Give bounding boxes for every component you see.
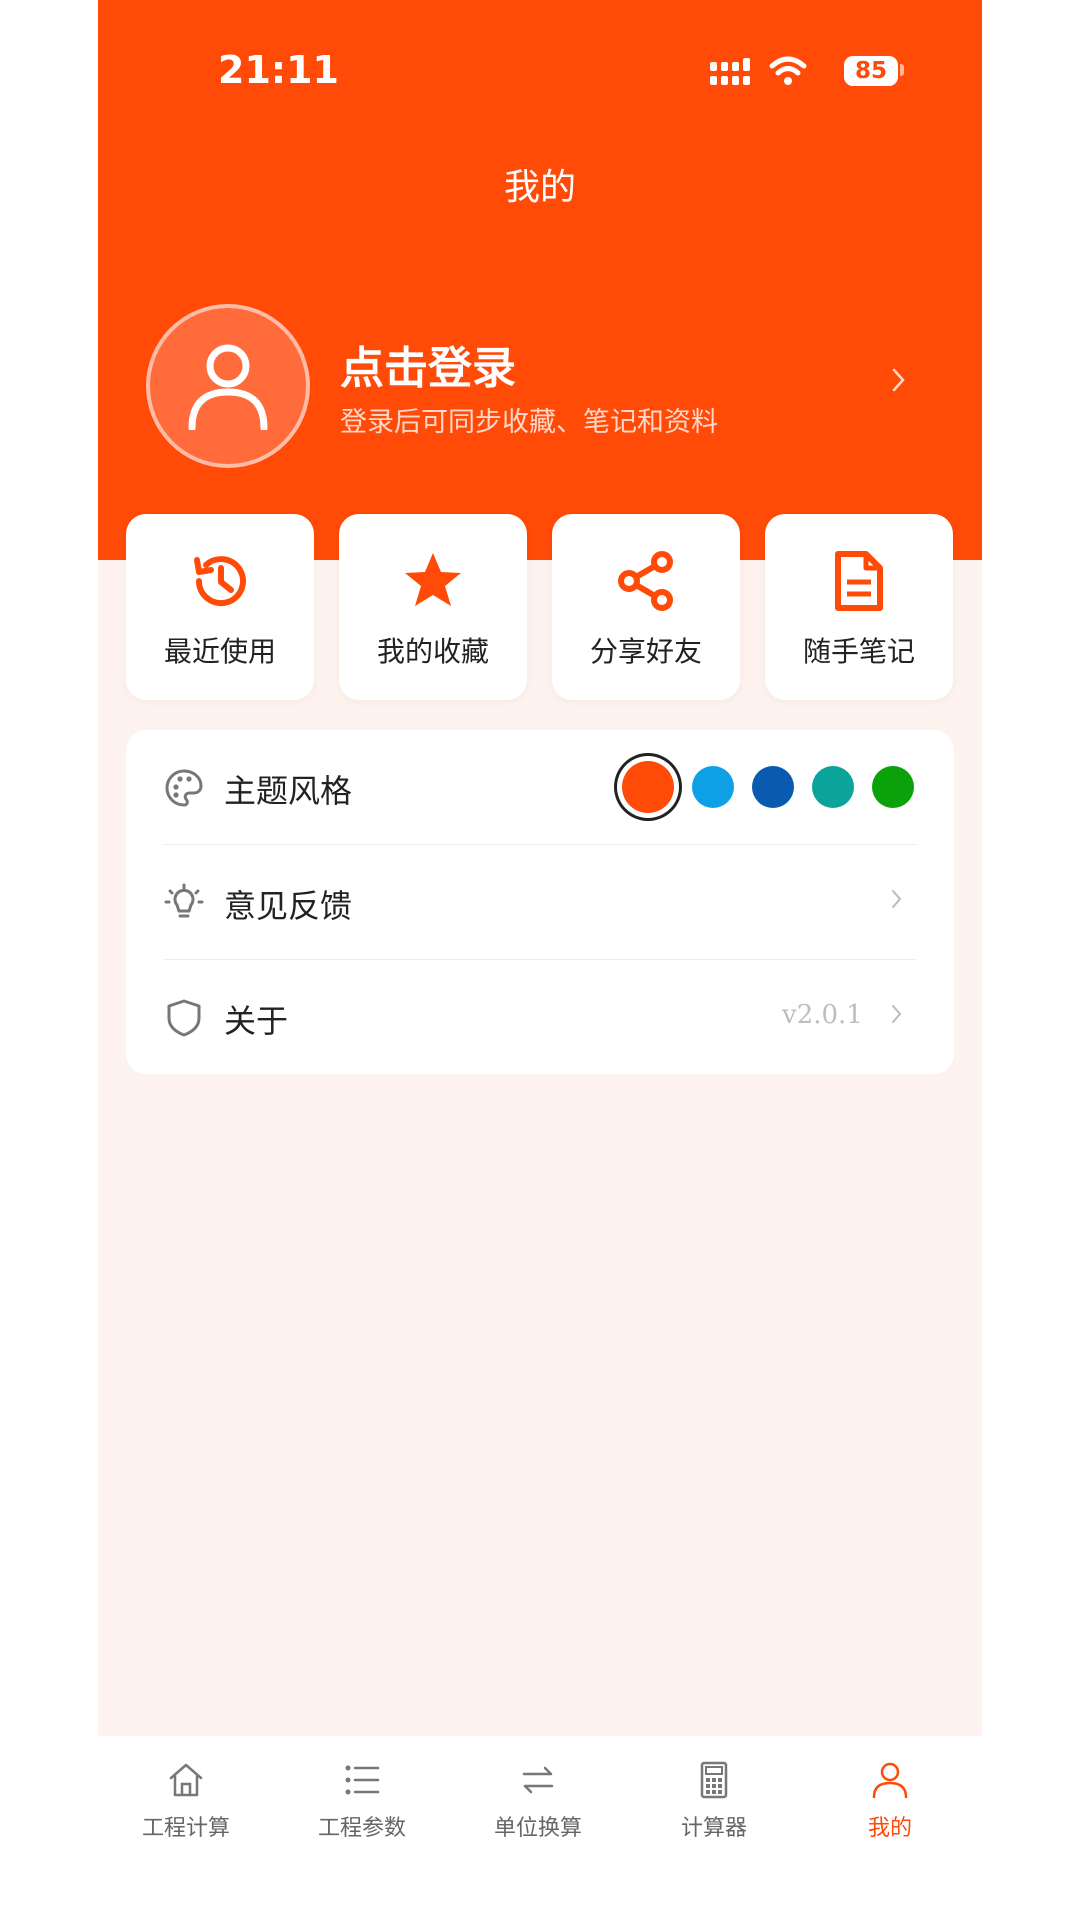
tab-label: 计算器 [680,1816,747,1841]
chevron-right-icon [892,1005,902,1023]
tab-mine[interactable]: 我的 [802,1736,978,1876]
user-avatar-icon [188,344,268,430]
shield-icon [167,999,201,1037]
chevron-right-icon [892,890,902,908]
star-icon [405,553,461,606]
theme-color-sky-blue[interactable] [692,766,734,808]
battery-tip [900,64,904,76]
about-label: 关于 [224,1002,289,1040]
theme-row: 主题风格 [126,730,954,844]
theme-color-teal[interactable] [812,766,854,808]
tab-label: 工程参数 [317,1816,406,1841]
lightbulb-icon [164,883,204,918]
signal-icon [710,58,750,85]
quick-action-recent[interactable]: 最近使用 [126,514,314,700]
chevron-right-icon[interactable] [890,366,908,394]
login-title[interactable]: 点击登录 [340,332,516,396]
theme-color-orange[interactable] [622,761,674,813]
login-subtitle: 登录后可同步收藏、笔记和资料 [340,407,718,438]
feedback-row[interactable]: 意见反馈 [126,845,954,959]
swap-icon [522,1766,554,1794]
tab-engineering-calc[interactable]: 工程计算 [98,1736,274,1876]
calculator-icon [700,1761,728,1799]
list-icon [345,1765,380,1795]
settings-panel: 主题风格 意见反馈 关于 v2.0.1 [126,730,954,1074]
quick-action-share[interactable]: 分享好友 [552,514,740,700]
tab-calculator[interactable]: 计算器 [626,1736,802,1876]
tab-label: 单位换算 [493,1816,582,1841]
feedback-label: 意见反馈 [224,887,353,925]
quick-action-label: 分享好友 [589,635,702,668]
note-icon [835,551,883,611]
theme-color-blue[interactable] [752,766,794,808]
avatar[interactable] [146,304,310,468]
tab-bar: 工程计算 工程参数 单位换算 计算器 我的 [98,1736,982,1920]
share-icon [618,551,673,611]
home-icon [169,1763,203,1797]
phone-screen: 21:11 85 我的 点击登录 登录后可同步收藏、笔记和资料 最近使用 我的收… [98,0,982,1920]
wifi-icon [769,56,807,85]
screen: 21:11 85 我的 点击登录 登录后可同步收藏、笔记和资料 最近使用 我的收… [0,0,1080,1920]
version-text: v2.0.1 [782,1000,863,1030]
tab-engineering-params[interactable]: 工程参数 [274,1736,450,1876]
battery-indicator: 85 [844,56,898,86]
quick-action-label: 随手笔记 [802,635,915,668]
quick-action-notes[interactable]: 随手笔记 [765,514,953,700]
quick-action-label: 最近使用 [163,635,276,668]
page-title: 我的 [503,167,576,208]
tab-label: 我的 [867,1816,912,1841]
header: 21:11 85 我的 点击登录 登录后可同步收藏、笔记和资料 [98,0,982,560]
quick-action-label: 我的收藏 [376,635,489,668]
about-row[interactable]: 关于 v2.0.1 [126,960,954,1074]
tab-unit-convert[interactable]: 单位换算 [450,1736,626,1876]
tab-label: 工程计算 [141,1816,230,1841]
status-time: 21:11 [218,48,339,92]
quick-action-favorites[interactable]: 我的收藏 [339,514,527,700]
theme-color-green[interactable] [872,766,914,808]
user-icon [872,1762,908,1799]
history-icon [194,556,246,607]
palette-icon [165,769,203,807]
theme-label: 主题风格 [224,772,353,810]
